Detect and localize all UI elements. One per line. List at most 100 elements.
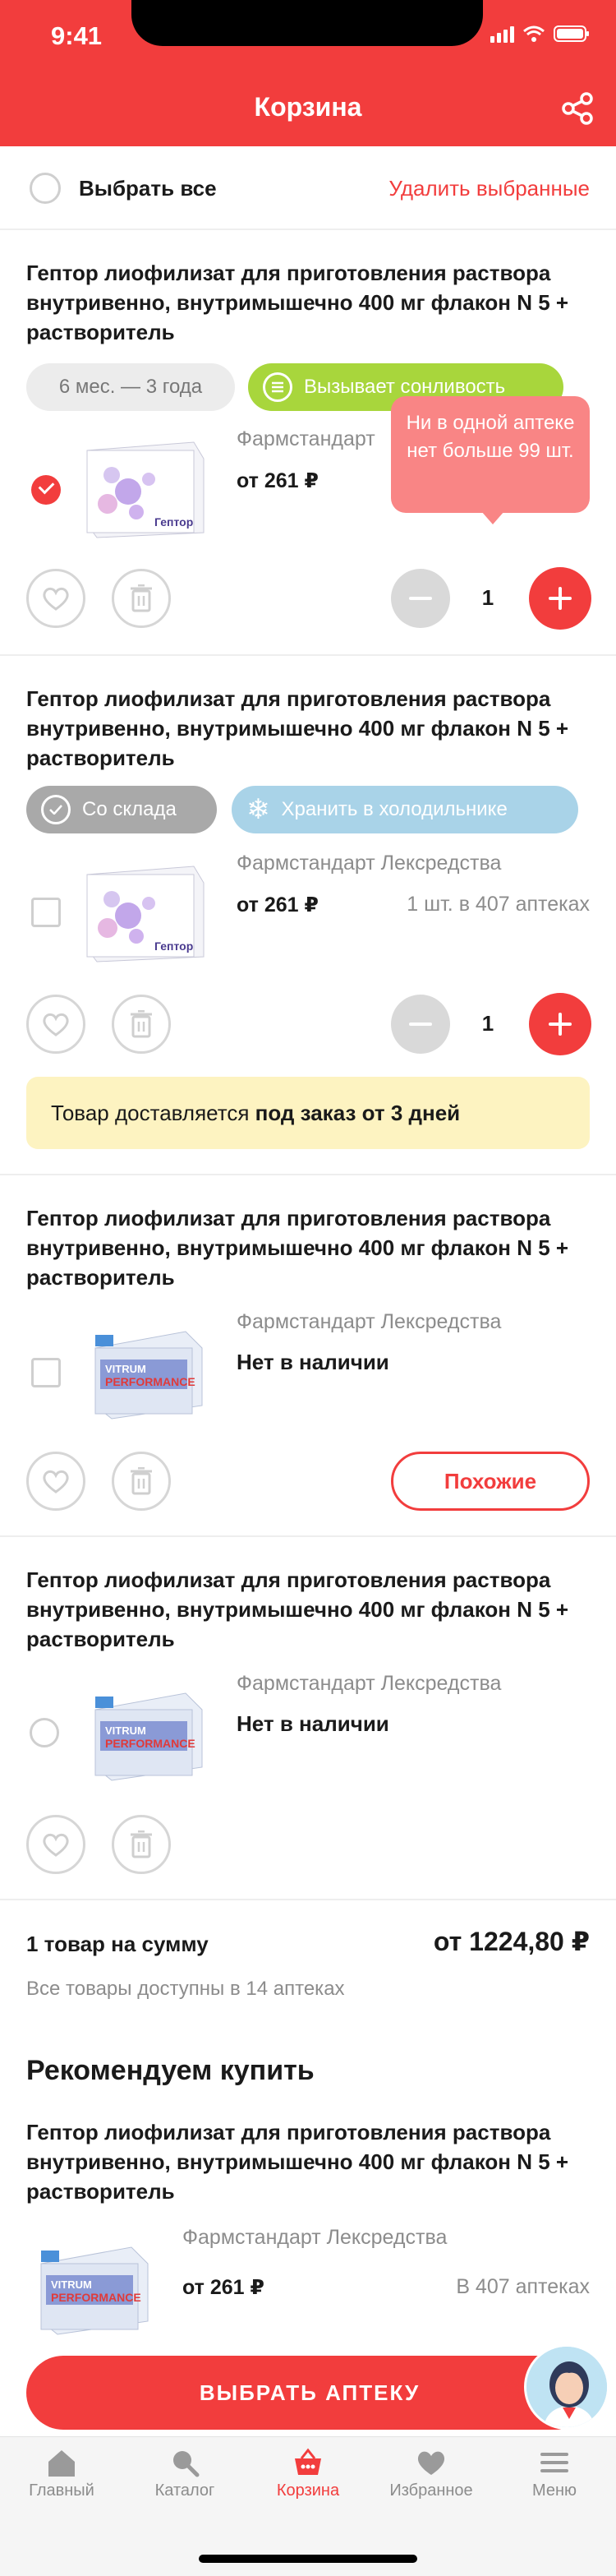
recommend-manufacturer: Фармстандарт Лексредства bbox=[182, 2226, 448, 2249]
tab-home-label: Главный bbox=[29, 2481, 94, 2500]
box-label: Гептор bbox=[154, 515, 193, 529]
svg-text:VITRUM: VITRUM bbox=[51, 2278, 92, 2291]
favorite-button[interactable] bbox=[26, 1452, 85, 1511]
status-icons bbox=[490, 25, 590, 43]
warehouse-tag: Со склада bbox=[26, 786, 217, 833]
select-all-row: Выбрать все Удалить выбранные bbox=[0, 146, 616, 230]
qty-increase-button[interactable] bbox=[529, 993, 591, 1055]
svg-text:PERFORMANCE: PERFORMANCE bbox=[105, 1375, 195, 1388]
tab-menu[interactable]: Меню bbox=[493, 2447, 616, 2500]
choose-pharmacy-button[interactable]: ВЫБРАТЬ АПТЕКУ bbox=[26, 2356, 593, 2430]
trash-icon bbox=[131, 1830, 152, 1858]
tab-cart[interactable]: Корзина bbox=[246, 2447, 370, 2500]
heart-icon bbox=[417, 2451, 445, 2475]
tab-catalog[interactable]: Каталог bbox=[123, 2447, 246, 2500]
product-image[interactable]: VITRUM PERFORMANCE bbox=[79, 1677, 210, 1784]
product-title[interactable]: Гептор лиофилизат для приготовления раст… bbox=[26, 684, 593, 773]
qty-decrease-button[interactable] bbox=[391, 995, 450, 1054]
list-icon bbox=[263, 372, 292, 402]
product-image[interactable]: Гептор bbox=[79, 434, 210, 541]
qty-increase-button[interactable] bbox=[529, 567, 591, 630]
fridge-tag: ❄ Хранить в холодильнике bbox=[232, 786, 578, 833]
tab-favorites-label: Избранное bbox=[389, 2481, 473, 2500]
tab-cart-label: Корзина bbox=[276, 2481, 340, 2500]
summary-availability: Все товары доступны в 14 аптеках bbox=[26, 1978, 345, 2000]
product-image[interactable]: Гептор bbox=[79, 858, 210, 965]
favorite-button[interactable] bbox=[26, 569, 85, 628]
manufacturer: Фармстандарт Лексредства bbox=[237, 852, 502, 875]
trash-icon bbox=[131, 1010, 152, 1038]
drowsiness-tag-label: Вызывает сонливость bbox=[304, 376, 506, 398]
stock-tooltip: Ни в одной аптеке нет больше 99 шт. bbox=[391, 396, 590, 524]
availability: 1 шт. в 407 аптеках bbox=[407, 893, 590, 916]
recommend-product-image[interactable]: VITRUM PERFORMANCE bbox=[25, 2231, 156, 2338]
price: от 261 ₽ bbox=[237, 893, 319, 916]
tab-home[interactable]: Главный bbox=[0, 2447, 123, 2500]
delete-button[interactable] bbox=[112, 995, 171, 1054]
price: от 261 ₽ bbox=[237, 469, 319, 492]
similar-button[interactable]: Похожие bbox=[391, 1452, 590, 1511]
product-image[interactable]: VITRUM PERFORMANCE bbox=[79, 1315, 210, 1422]
heart-icon bbox=[43, 587, 69, 611]
check-circle-icon bbox=[41, 795, 71, 824]
device-notch bbox=[131, 0, 483, 46]
product-title[interactable]: Гептор лиофилизат для приготовления раст… bbox=[26, 1565, 593, 1654]
item-checkbox[interactable] bbox=[31, 898, 61, 927]
recommend-price: от 261 ₽ bbox=[182, 2276, 264, 2299]
heart-icon bbox=[43, 1013, 69, 1036]
snowflake-icon: ❄ bbox=[246, 793, 270, 826]
favorite-button[interactable] bbox=[26, 1815, 85, 1874]
assistant-avatar[interactable] bbox=[524, 2344, 609, 2430]
page-title: Корзина bbox=[254, 92, 362, 122]
delete-button[interactable] bbox=[112, 569, 171, 628]
box-label: Гептор bbox=[154, 939, 193, 953]
svg-text:PERFORMANCE: PERFORMANCE bbox=[105, 1737, 195, 1750]
out-of-stock-label: Нет в наличии bbox=[237, 1711, 389, 1736]
delivery-notice-bold: под заказ от 3 дней bbox=[255, 1101, 461, 1125]
recommend-availability: В 407 аптеках bbox=[456, 2275, 590, 2298]
heart-icon bbox=[43, 1833, 69, 1857]
item-radio[interactable] bbox=[30, 1718, 59, 1747]
product-title[interactable]: Гептор лиофилизат для приготовления раст… bbox=[26, 258, 593, 347]
manufacturer: Фармстандарт bbox=[237, 427, 375, 450]
age-tag-label: 6 мес. — 3 года bbox=[58, 376, 203, 398]
search-icon bbox=[173, 2451, 200, 2477]
item-checkbox-checked[interactable] bbox=[31, 475, 61, 505]
product-title[interactable]: Гептор лиофилизат для приготовления раст… bbox=[26, 1203, 593, 1292]
age-tag: 6 мес. — 3 года bbox=[26, 363, 235, 411]
signal-icon bbox=[490, 25, 514, 43]
trash-icon bbox=[131, 1467, 152, 1495]
select-all-label[interactable]: Выбрать все bbox=[79, 176, 217, 201]
qty-decrease-button[interactable] bbox=[391, 569, 450, 628]
home-indicator bbox=[199, 2555, 417, 2563]
cart-item: Гептор лиофилизат для приготовления раст… bbox=[0, 1175, 616, 1537]
delivery-notice: Товар доставляется под заказ от 3 дней bbox=[26, 1077, 590, 1149]
item-checkbox[interactable] bbox=[31, 1358, 61, 1387]
select-all-radio[interactable] bbox=[30, 173, 61, 204]
tab-favorites[interactable]: Избранное bbox=[370, 2447, 493, 2500]
share-icon[interactable] bbox=[560, 90, 596, 127]
basket-icon bbox=[295, 2448, 321, 2475]
delete-selected-button[interactable]: Удалить выбранные bbox=[388, 176, 590, 201]
header: 9:41 Корзина bbox=[0, 0, 616, 146]
battery-icon bbox=[554, 25, 589, 42]
status-time: 9:41 bbox=[51, 21, 103, 50]
delete-button[interactable] bbox=[112, 1452, 171, 1511]
tab-menu-label: Меню bbox=[531, 2481, 577, 2500]
recommend-product-title[interactable]: Гептор лиофилизат для приготовления раст… bbox=[26, 2117, 593, 2206]
warehouse-tag-label: Со склада bbox=[82, 798, 177, 820]
home-icon bbox=[48, 2450, 75, 2477]
fridge-tag-label: Хранить в холодильнике bbox=[281, 798, 508, 820]
manufacturer: Фармстандарт Лексредства bbox=[237, 1672, 502, 1695]
tab-catalog-label: Каталог bbox=[154, 2481, 215, 2500]
svg-text:VITRUM: VITRUM bbox=[105, 1724, 146, 1737]
delete-button[interactable] bbox=[112, 1815, 171, 1874]
menu-icon bbox=[540, 2453, 568, 2472]
svg-text:VITRUM: VITRUM bbox=[105, 1363, 146, 1375]
svg-text:PERFORMANCE: PERFORMANCE bbox=[51, 2291, 141, 2304]
manufacturer: Фармстандарт Лексредства bbox=[237, 1310, 502, 1333]
recommend-title: Рекомендуем купить bbox=[26, 2055, 315, 2086]
out-of-stock-label: Нет в наличии bbox=[237, 1350, 389, 1374]
favorite-button[interactable] bbox=[26, 995, 85, 1054]
trash-icon bbox=[131, 584, 152, 612]
